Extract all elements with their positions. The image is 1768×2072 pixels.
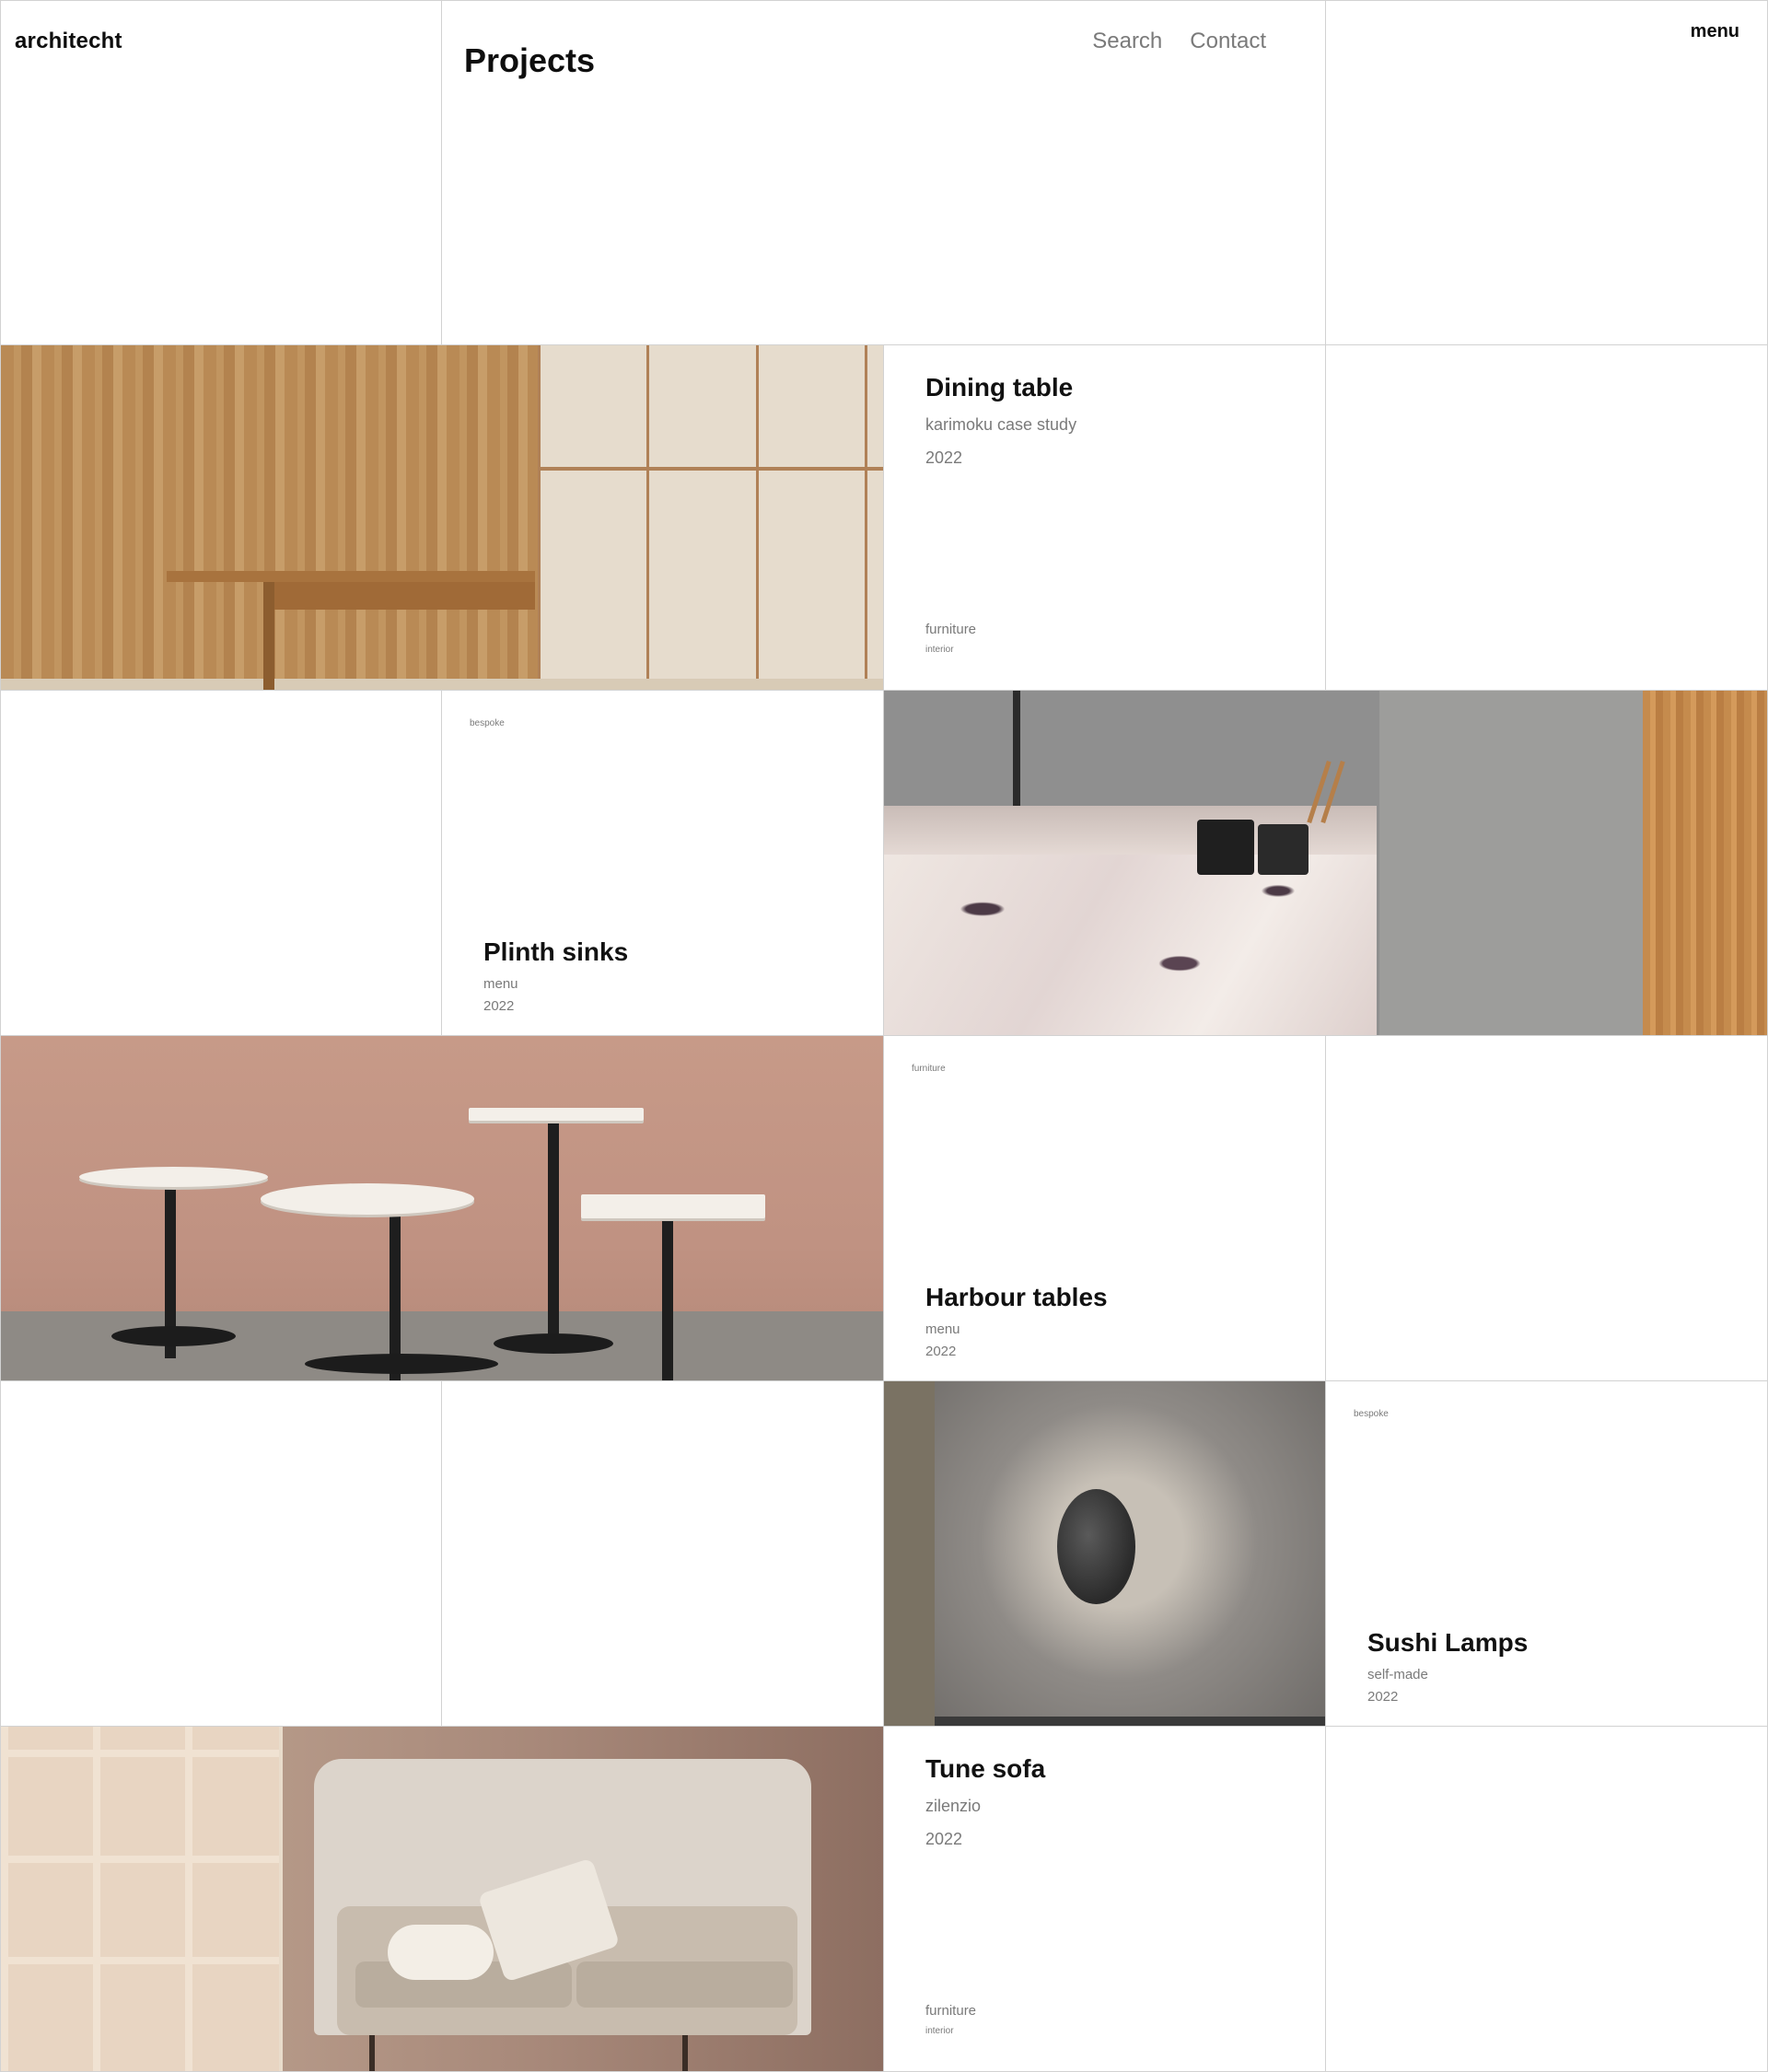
faucet <box>1013 691 1020 820</box>
shelf-post <box>1 1727 8 2071</box>
dining-table-image[interactable] <box>0 345 884 691</box>
menu-button[interactable]: menu <box>1691 21 1739 42</box>
project-title[interactable]: Harbour tables <box>925 1283 1108 1312</box>
project-year: 2022 <box>925 448 963 467</box>
project-year: 2022 <box>483 998 515 1014</box>
empty-cell <box>442 1381 884 1727</box>
table-rail <box>263 582 535 610</box>
plinth-sinks-photo <box>884 691 1767 1035</box>
header-menu-cell: menu <box>1326 0 1768 345</box>
marble-plinth <box>884 855 1377 1035</box>
project-tag: bespoke <box>470 718 505 728</box>
plinth-sinks-image[interactable] <box>884 691 1768 1036</box>
sushi-lamp-photo <box>884 1381 1325 1726</box>
wood-door <box>1643 691 1767 1035</box>
panel-seam <box>865 345 867 690</box>
top-nav: Search Contact <box>1092 29 1266 54</box>
lamp-disc <box>1057 1489 1135 1604</box>
table-stem <box>662 1211 673 1380</box>
sofa-cushion <box>576 1961 793 2008</box>
harbour-tables-card[interactable]: furniture Harbour tables menu 2022 <box>884 1036 1326 1381</box>
table-base <box>494 1333 613 1354</box>
floor <box>935 1717 1325 1726</box>
header-brand-cell: architecht <box>0 0 442 345</box>
concrete-panel <box>1379 691 1644 1035</box>
search-link[interactable]: Search <box>1092 29 1162 54</box>
shelf-post <box>93 1727 100 2071</box>
project-year: 2022 <box>925 1830 963 1848</box>
empty-cell <box>0 691 442 1036</box>
project-subtitle: menu <box>925 1321 960 1337</box>
page-title: Projects <box>464 41 596 79</box>
tune-sofa-card[interactable]: Tune sofa zilenzio 2022 furniture interi… <box>884 1727 1326 2072</box>
project-year: 2022 <box>1367 1689 1399 1705</box>
project-subtitle: zilenzio <box>925 1797 982 1815</box>
project-tag: bespoke <box>1354 1409 1389 1419</box>
project-title[interactable]: Tune sofa <box>925 1754 1045 1784</box>
project-tag: furniture <box>912 1064 946 1074</box>
table-top <box>167 571 535 582</box>
table-top <box>581 1194 765 1218</box>
cup <box>1197 820 1254 875</box>
cup <box>1258 824 1309 875</box>
project-title[interactable]: Sushi Lamps <box>1367 1628 1528 1658</box>
shelf-board <box>1 1750 279 1757</box>
project-title[interactable]: Dining table <box>925 373 1073 402</box>
table-base <box>305 1354 498 1374</box>
table-stem <box>548 1119 559 1349</box>
floor <box>1 679 883 690</box>
tune-sofa-image[interactable] <box>0 1727 884 2072</box>
wall-edge <box>884 1381 935 1726</box>
sushi-lamps-card[interactable]: bespoke Sushi Lamps self-made 2022 <box>1326 1381 1768 1727</box>
header-title-cell: Projects Search Contact <box>442 0 1326 345</box>
table-base <box>111 1326 236 1346</box>
project-subtitle: karimoku case study <box>925 415 1077 434</box>
shelf-board <box>1 1856 279 1863</box>
panel-wall <box>538 345 883 690</box>
shelf <box>1 1727 283 2071</box>
dining-table-photo <box>1 345 883 690</box>
harbour-tables-image[interactable] <box>0 1036 884 1381</box>
empty-cell <box>1326 1036 1768 1381</box>
sofa-leg <box>369 2035 375 2071</box>
project-subtitle: menu <box>483 976 518 992</box>
project-year: 2022 <box>925 1344 957 1359</box>
project-category: furniture <box>925 2003 977 2019</box>
shelf-post <box>185 1727 192 2071</box>
project-title[interactable]: Plinth sinks <box>483 937 628 967</box>
tune-sofa-photo <box>1 1727 883 2071</box>
pillow <box>388 1925 494 1980</box>
sushi-lamp-image[interactable] <box>884 1381 1326 1727</box>
empty-cell <box>1326 345 1768 691</box>
harbour-tables-photo <box>1 1036 883 1380</box>
panel-seam <box>538 467 883 471</box>
panel-seam <box>538 345 541 690</box>
project-tag: interior <box>925 645 954 655</box>
table-top <box>469 1108 644 1121</box>
empty-cell <box>1326 1727 1768 2072</box>
empty-cell <box>0 1381 442 1727</box>
brand-logo[interactable]: architecht <box>15 29 122 54</box>
plinth-sinks-card[interactable]: bespoke Plinth sinks menu 2022 <box>442 691 884 1036</box>
sofa-leg <box>682 2035 688 2071</box>
contact-link[interactable]: Contact <box>1190 29 1266 54</box>
project-category: furniture <box>925 622 977 637</box>
table-leg <box>263 582 274 690</box>
project-tag: interior <box>925 2026 954 2036</box>
table-top <box>79 1167 268 1187</box>
panel-seam <box>646 345 649 690</box>
table-top <box>261 1183 474 1215</box>
projects-grid: architecht Projects Search Contact menu <box>0 0 1768 2072</box>
project-subtitle: self-made <box>1367 1667 1428 1682</box>
shelf-board <box>1 1957 279 1964</box>
dining-table-card[interactable]: Dining table karimoku case study 2022 fu… <box>884 345 1326 691</box>
panel-seam <box>756 345 759 690</box>
